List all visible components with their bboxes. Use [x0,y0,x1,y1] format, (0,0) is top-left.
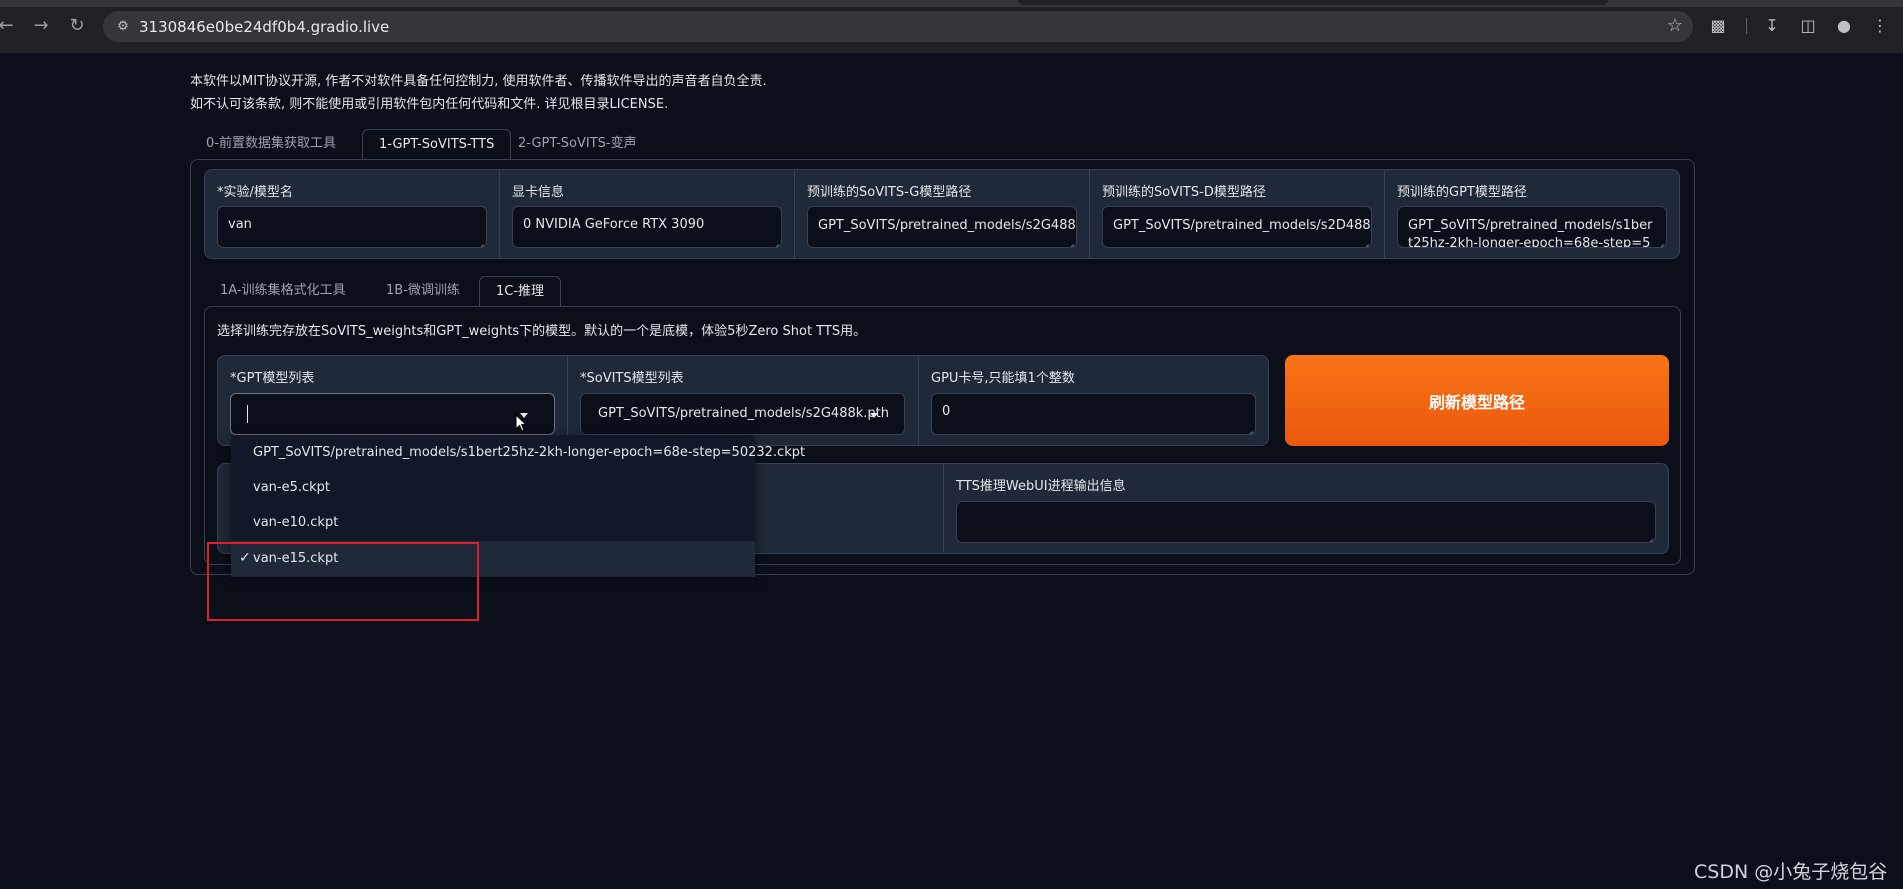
refresh-model-path-button[interactable]: 刷新模型路径 [1285,355,1669,446]
dropdown-option[interactable]: van-e5.ckpt [231,470,755,506]
gpu-info-input[interactable]: 0 NVIDIA GeForce RTX 3090 [512,206,782,248]
gpu-number-label: GPU卡号,只能填1个整数 [931,371,1075,386]
gpt-model-list-label: *GPT模型列表 [230,371,315,386]
sovits-model-list-label: *SoVITS模型列表 [580,371,684,386]
sovits-d-path-label: 预训练的SoVITS-D模型路径 [1102,185,1266,200]
sovits-g-path-value: GPT_SoVITS/pretrained_models/s2G488k.pth [818,218,1076,233]
divider [499,170,500,258]
text-caret [247,405,248,423]
back-icon[interactable]: ← [0,14,18,38]
resize-handle-icon[interactable] [476,237,484,245]
resize-handle-icon[interactable] [1245,424,1253,432]
tts-output-textbox[interactable] [956,501,1656,543]
license-notice-line-1: 本软件以MIT协议开源, 作者不对软件具备任何控制力, 使用软件者、传播软件导出… [190,74,767,89]
sidepanel-icon[interactable]: ◫ [1796,14,1820,38]
tab-inference[interactable]: 1C-推理 [479,276,562,307]
gpu-info-value: 0 NVIDIA GeForce RTX 3090 [523,217,705,232]
sovits-d-path-value: GPT_SoVITS/pretrained_models/s2D488k.pth [1113,218,1371,233]
gpu-number-input[interactable]: 0 [931,393,1256,435]
resize-handle-icon[interactable] [1645,532,1653,540]
browser-tab[interactable] [1018,0,1608,5]
mouse-pointer-icon [515,414,527,432]
tab-dataset-format[interactable]: 1A-训练集格式化工具 [204,276,362,306]
resize-handle-icon[interactable] [1361,237,1369,245]
divider [943,464,944,553]
divider [567,356,568,445]
sovits-g-path-label: 预训练的SoVITS-G模型路径 [807,185,972,200]
gpu-info-label: 显卡信息 [512,185,565,200]
resize-handle-icon[interactable] [1066,237,1074,245]
forward-icon[interactable]: → [29,14,53,38]
tab-dataset-tools[interactable]: 0-前置数据集获取工具 [190,129,352,159]
dropdown-option[interactable]: van-e10.ckpt [231,505,755,541]
browser-tab-strip [0,0,1903,7]
address-bar[interactable]: ⚙ 3130846e0be24df0b4.gradio.live ☆ [103,11,1693,42]
sovits-model-dropdown[interactable]: GPT_SoVITS/pretrained_models/s2G488k.pth [580,393,905,435]
divider [918,356,919,445]
annotation-highlight-box [207,542,479,621]
profile-icon[interactable]: ● [1832,14,1856,38]
site-info-icon[interactable]: ⚙ [113,17,133,37]
exp-name-input[interactable]: van [217,206,487,248]
tab-finetune[interactable]: 1B-微调训练 [370,276,476,306]
star-icon[interactable]: ☆ [1667,15,1683,36]
gpt-path-value: GPT_SoVITS/pretrained_models/s1bert25hz-… [1408,218,1653,248]
divider [794,170,795,258]
exp-name-label: *实验/模型名 [217,185,293,200]
resize-handle-icon[interactable] [1656,237,1664,245]
dropdown-option[interactable]: GPT_SoVITS/pretrained_models/s1bert25hz-… [231,435,805,471]
tab-gpt-sovits-tts[interactable]: 1-GPT-SoVITS-TTS [362,129,512,160]
tab-gpt-sovits-voice-change[interactable]: 2-GPT-SoVITS-变声 [502,129,653,159]
option-label: van-e5.ckpt [253,480,331,495]
divider [1089,170,1090,258]
inference-description: 选择训练完存放在SoVITS_weights和GPT_weights下的模型。默… [217,324,867,339]
sovits-g-path-input[interactable]: GPT_SoVITS/pretrained_models/s2G488k.pth [807,206,1077,248]
gpu-number-value: 0 [942,404,951,419]
download-icon[interactable]: ↧ [1760,14,1784,38]
reload-icon[interactable]: ↻ [65,14,89,38]
browser-toolbar: ← → ↻ ⚙ 3130846e0be24df0b4.gradio.live ☆… [0,0,1903,53]
gpt-path-input[interactable]: GPT_SoVITS/pretrained_models/s1bert25hz-… [1397,206,1667,248]
tts-output-label: TTS推理WebUI进程输出信息 [956,479,1126,494]
toolbar-divider [1746,18,1747,34]
menu-icon[interactable]: ⋮ [1868,14,1892,38]
watermark: CSDN @小兔子烧包谷 [1694,861,1888,883]
gpt-path-label: 预训练的GPT模型路径 [1397,185,1527,200]
sovits-d-path-input[interactable]: GPT_SoVITS/pretrained_models/s2D488k.pth [1102,206,1372,248]
chevron-down-icon[interactable] [870,413,878,418]
url-text[interactable]: 3130846e0be24df0b4.gradio.live [139,18,389,36]
option-label: van-e10.ckpt [253,515,339,530]
sovits-model-selected-value: GPT_SoVITS/pretrained_models/s2G488k.pth [598,406,889,421]
divider [1384,170,1385,258]
extensions-icon[interactable]: ▩ [1706,14,1730,38]
option-label: GPT_SoVITS/pretrained_models/s1bert25hz-… [253,445,806,460]
exp-name-value: van [228,217,252,232]
license-notice-line-2: 如不认可该条款, 则不能使用或引用软件包内任何代码和文件. 详见根目录LICEN… [190,97,669,112]
resize-handle-icon[interactable] [771,237,779,245]
gpt-model-dropdown[interactable] [230,393,555,435]
